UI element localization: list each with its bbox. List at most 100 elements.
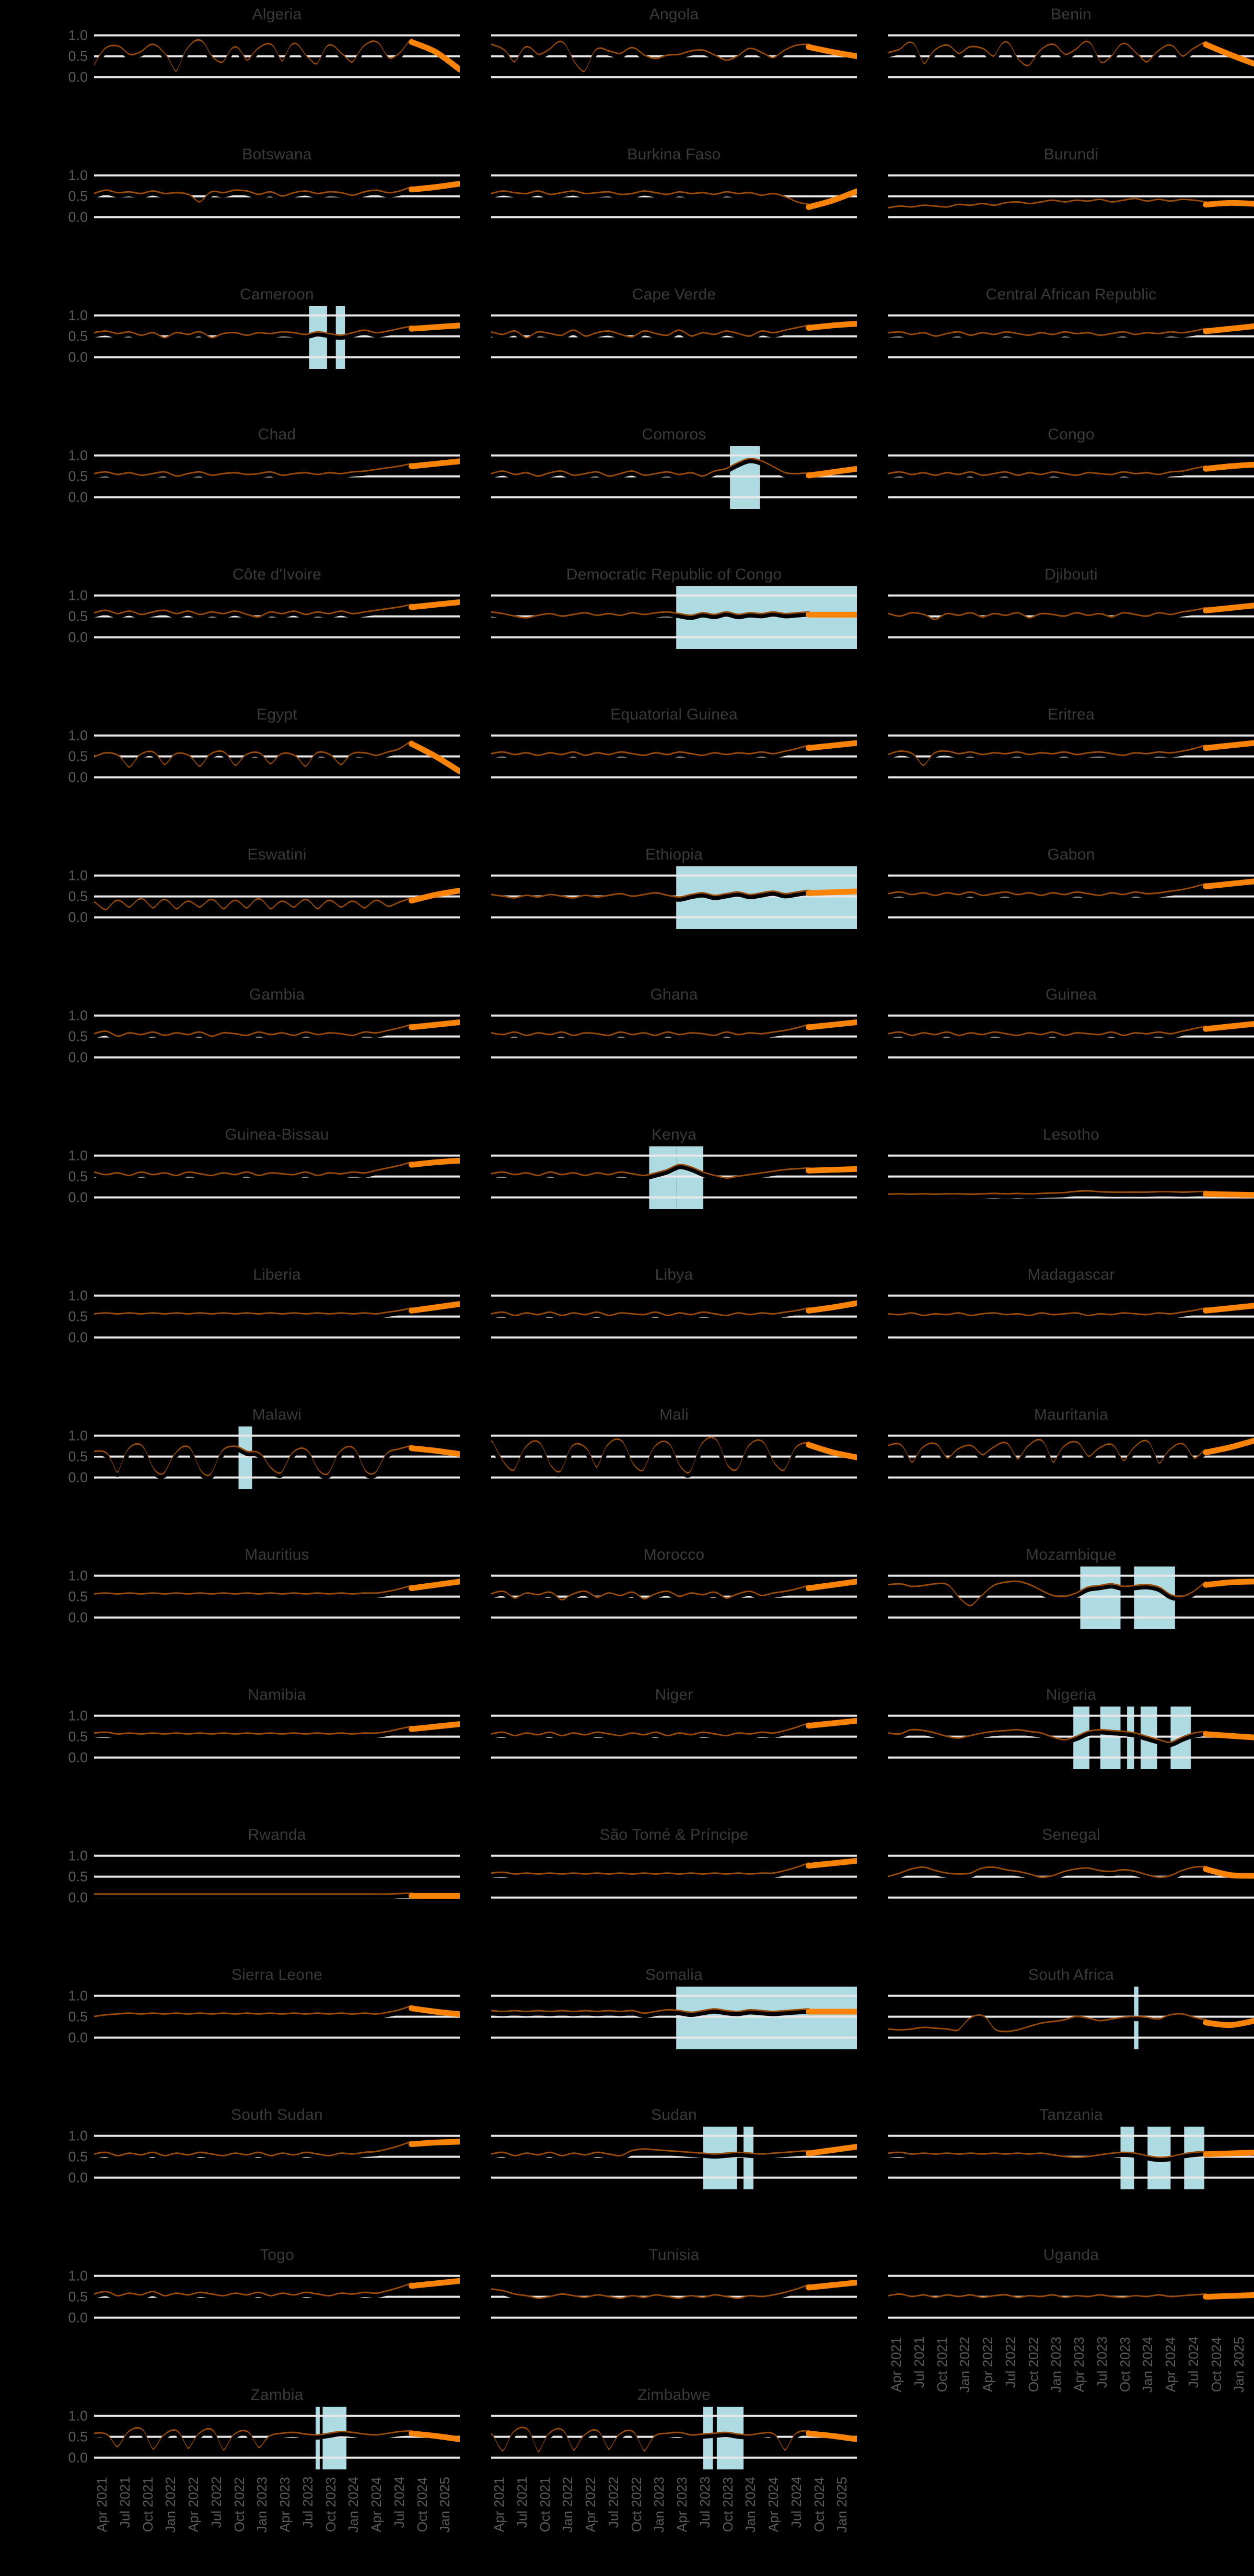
forecast-line <box>806 2143 857 2156</box>
facet-panel: Central African Republic <box>888 284 1254 374</box>
x-tick-label: Jan 2023 <box>651 2477 667 2533</box>
facet-title: Chad <box>258 426 296 443</box>
x-tick-label: Oct 2024 <box>414 2477 430 2532</box>
facet-panel: Mozambique <box>888 1545 1254 1634</box>
x-axis: Apr 2021 Jul 2021 Oct 2021 Jan 2022 Apr 2022… <box>491 2477 857 2576</box>
forecast-line <box>1203 1579 1254 1588</box>
x-tick-label: Jan 2024 <box>345 2477 362 2533</box>
x-tick-label: Apr 2023 <box>277 2477 293 2532</box>
plot-area <box>94 866 460 929</box>
x-tick-label: Apr 2022 <box>583 2477 598 2532</box>
facet-title: São Tomé & Príncipe <box>599 1826 749 1843</box>
facet-title: Burundi <box>1043 146 1099 163</box>
forecast-line <box>409 1445 460 1457</box>
facet-panel: Angola <box>491 4 857 94</box>
facet-title: Botswana <box>242 146 312 163</box>
facet-title: Senegal <box>1042 1826 1100 1843</box>
facet-title: Ethiopia <box>645 846 703 863</box>
x-tick-label: Oct 2023 <box>322 2477 339 2532</box>
plot-area <box>888 1286 1254 1349</box>
forecast-line <box>1203 1866 1254 1879</box>
forecast-line <box>409 181 460 193</box>
facet-title: Comoros <box>642 426 706 443</box>
forecast-line <box>409 458 460 469</box>
history-line <box>491 746 811 760</box>
forecast-line <box>1203 1191 1254 1198</box>
forecast-line <box>806 1579 857 1592</box>
forecast-line <box>409 1579 460 1592</box>
plot-area <box>94 1146 460 1209</box>
forecast-line <box>1203 878 1254 889</box>
forecast-line <box>806 740 857 751</box>
forecast-line <box>806 321 857 331</box>
x-tick-label: Jul 2024 <box>788 2477 804 2528</box>
forecast-line <box>1203 2292 1254 2300</box>
y-axis: 1.0 0.5 0.0 <box>21 1426 94 1489</box>
facet-panel: Tanzania <box>888 2105 1254 2195</box>
x-tick-label: Apr 2024 <box>368 2477 384 2532</box>
x-tick-label: Jul 2024 <box>1185 2337 1201 2388</box>
facet-panel: Tunisia <box>491 2245 857 2335</box>
x-tick-label: Jan 2022 <box>560 2477 576 2533</box>
facet-panel: Congo <box>888 424 1254 514</box>
x-tick-label: Jan 2024 <box>1140 2337 1156 2393</box>
facet-panel: Lesotho <box>888 1124 1254 1214</box>
facet-title: Morocco <box>643 1546 705 1563</box>
y-axis: 1.0 0.5 0.0 <box>21 1006 94 1069</box>
x-tick-label: Jul 2021 <box>117 2477 133 2528</box>
facet-panel: Ethiopia <box>491 844 857 934</box>
plot-area <box>94 1707 460 1769</box>
plot-area <box>491 1286 857 1349</box>
plot-area <box>888 26 1254 89</box>
y-tick-label: 0.5 <box>68 468 88 484</box>
facet-panel: Liberia <box>94 1264 460 1354</box>
x-tick-label: Apr 2022 <box>980 2337 995 2392</box>
y-tick-label: 1.0 <box>68 2408 88 2424</box>
x-tick-label: Jan 2022 <box>957 2337 973 2393</box>
facet-title: Sudan <box>651 2106 697 2124</box>
x-tick-label: Apr 2021 <box>491 2477 507 2532</box>
y-tick-label: 0.5 <box>68 48 88 64</box>
y-tick-label: 0.5 <box>68 1168 88 1185</box>
forecast-line <box>1203 740 1254 751</box>
forecast-line <box>409 2278 460 2289</box>
facet-panel: Algeria <box>94 4 460 94</box>
forecast-line <box>806 44 857 60</box>
facet-panel: Comoros <box>491 424 857 514</box>
facet-title: Eswatini <box>247 846 307 863</box>
y-tick-label: 1.0 <box>68 1147 88 1164</box>
y-axis: 1.0 0.5 0.0 <box>21 1146 94 1209</box>
forecast-line <box>1203 41 1254 67</box>
history-line <box>94 1894 414 1899</box>
history-line <box>94 2142 414 2161</box>
x-tick-label: Oct 2023 <box>719 2477 736 2532</box>
facet-title: Togo <box>260 2246 294 2264</box>
history-uncertainty-halo <box>94 1584 414 1597</box>
x-tick-label: Oct 2021 <box>140 2477 156 2532</box>
y-tick-label: 0.0 <box>68 1469 88 1486</box>
facet-title: Liberia <box>253 1266 301 1283</box>
facet-panel: Zambia <box>94 2385 460 2475</box>
plot-area <box>94 166 460 229</box>
y-tick-label: 0.0 <box>68 1329 88 1345</box>
y-tick-label: 1.0 <box>68 307 88 323</box>
y-tick-label: 0.5 <box>68 2149 88 2165</box>
forecast-line <box>409 1019 460 1030</box>
plot-area <box>491 1707 857 1769</box>
x-tick-label: Jul 2024 <box>391 2477 407 2528</box>
y-tick-label: 1.0 <box>68 167 88 183</box>
facet-title: Gambia <box>249 986 305 1003</box>
facet-panel: Côte d'Ivoire <box>94 564 460 654</box>
plot-area <box>491 306 857 369</box>
y-tick-label: 0.5 <box>68 1028 88 1045</box>
y-tick-label: 1.0 <box>68 727 88 744</box>
facet-panel: São Tomé & Príncipe <box>491 1825 857 1914</box>
facet-title: Guinea-Bissau <box>225 1126 329 1143</box>
x-tick-label: Apr 2023 <box>1071 2337 1087 2392</box>
facet-title: Mali <box>659 1406 689 1423</box>
facet-panel: Egypt <box>94 704 460 794</box>
y-tick-label: 0.5 <box>68 2289 88 2305</box>
facet-panel: Eswatini <box>94 844 460 934</box>
facet-panel: Guinea <box>888 984 1254 1074</box>
facet-title: Lesotho <box>1042 1126 1100 1143</box>
